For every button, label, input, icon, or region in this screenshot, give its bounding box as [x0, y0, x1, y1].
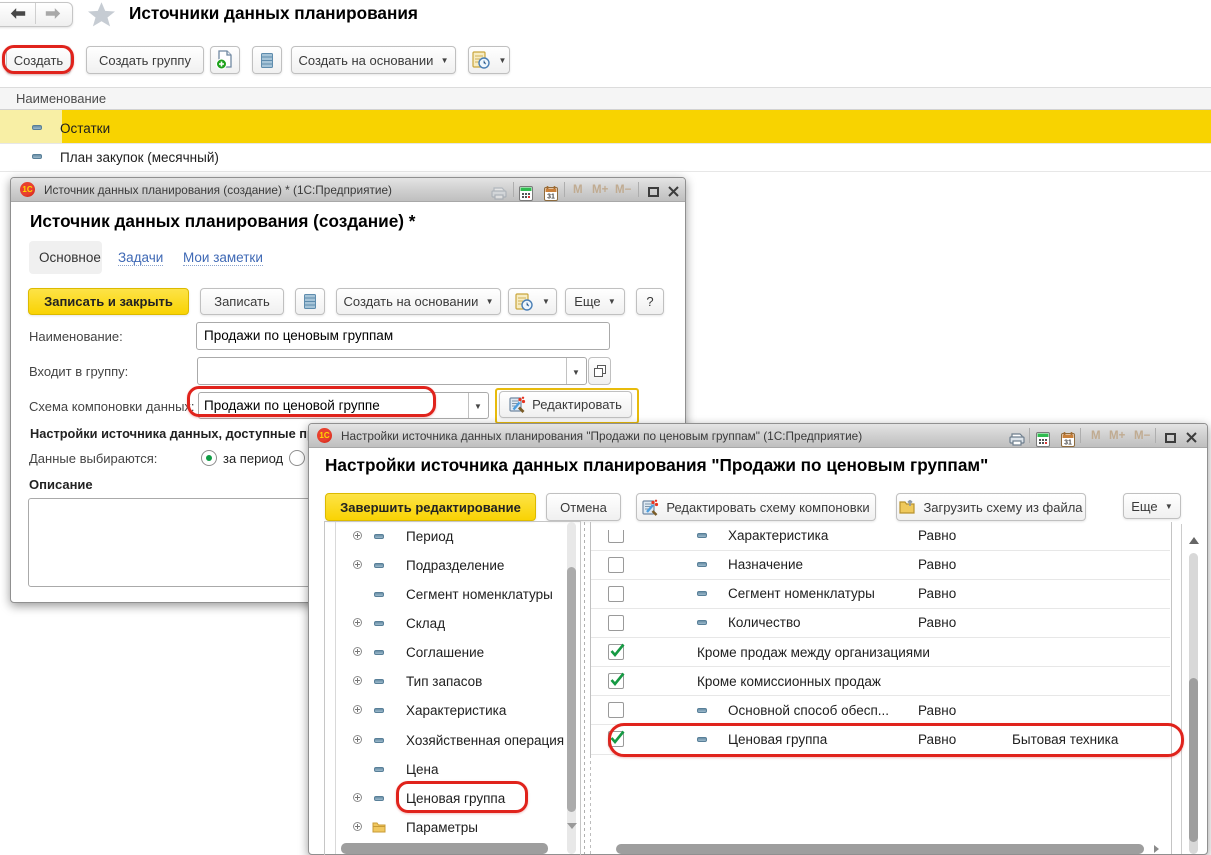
- svg-text:31: 31: [547, 194, 555, 201]
- svg-text:31: 31: [1064, 440, 1072, 447]
